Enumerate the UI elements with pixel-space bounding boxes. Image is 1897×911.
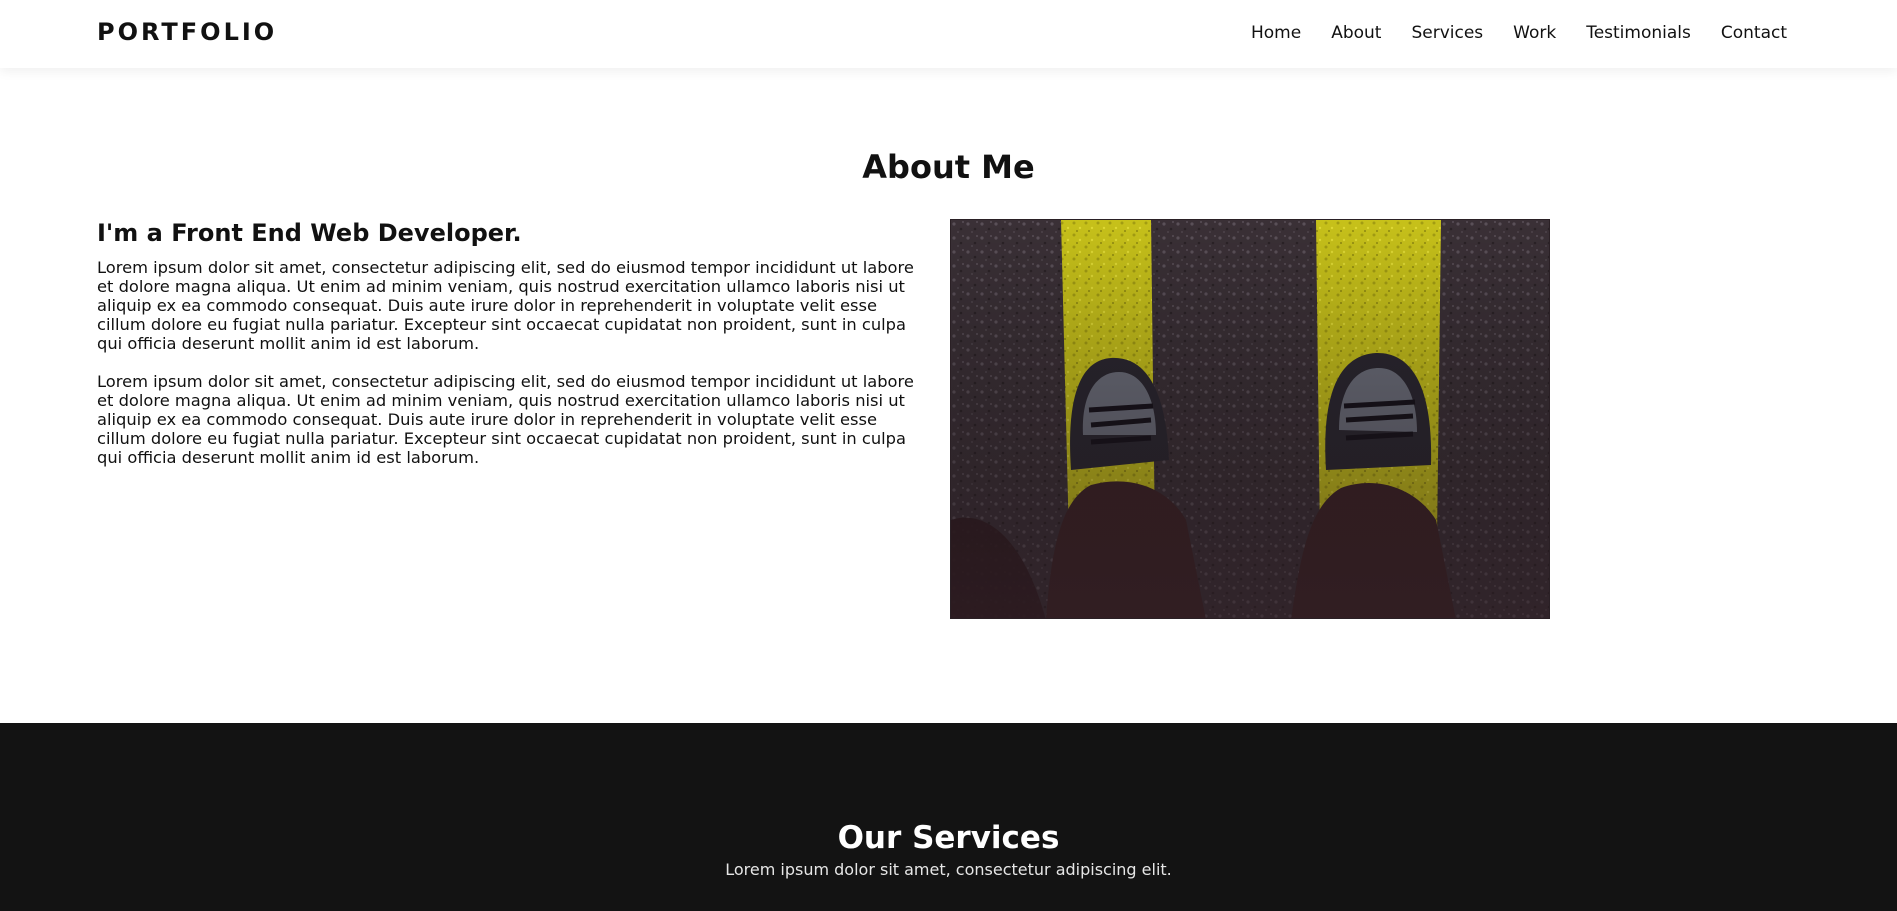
- nav-link-testimonials[interactable]: Testimonials: [1586, 23, 1691, 43]
- about-photo: [950, 219, 1550, 619]
- services-section: Our Services Lorem ipsum dolor sit amet,…: [0, 723, 1897, 911]
- nav-link-services[interactable]: Services: [1411, 23, 1483, 43]
- logo[interactable]: PORTFOLIO: [97, 18, 277, 46]
- road-shoes-image: [951, 220, 1549, 618]
- services-subtitle: Lorem ipsum dolor sit amet, consectetur …: [725, 860, 1172, 879]
- main-nav: Home About Services Work Testimonials Co…: [1251, 23, 1787, 43]
- nav-link-work[interactable]: Work: [1513, 23, 1556, 43]
- nav-link-about[interactable]: About: [1331, 23, 1381, 43]
- about-subtitle: I'm a Front End Web Developer.: [97, 219, 522, 247]
- about-paragraph: Lorem ipsum dolor sit amet, consectetur …: [97, 258, 914, 353]
- site-header: PORTFOLIO Home About Services Work Testi…: [0, 0, 1897, 68]
- nav-link-home[interactable]: Home: [1251, 23, 1301, 43]
- nav-link-contact[interactable]: Contact: [1721, 23, 1787, 43]
- about-paragraph: Lorem ipsum dolor sit amet, consectetur …: [97, 372, 914, 467]
- services-title: Our Services: [837, 820, 1060, 856]
- about-title: About Me: [862, 148, 1035, 186]
